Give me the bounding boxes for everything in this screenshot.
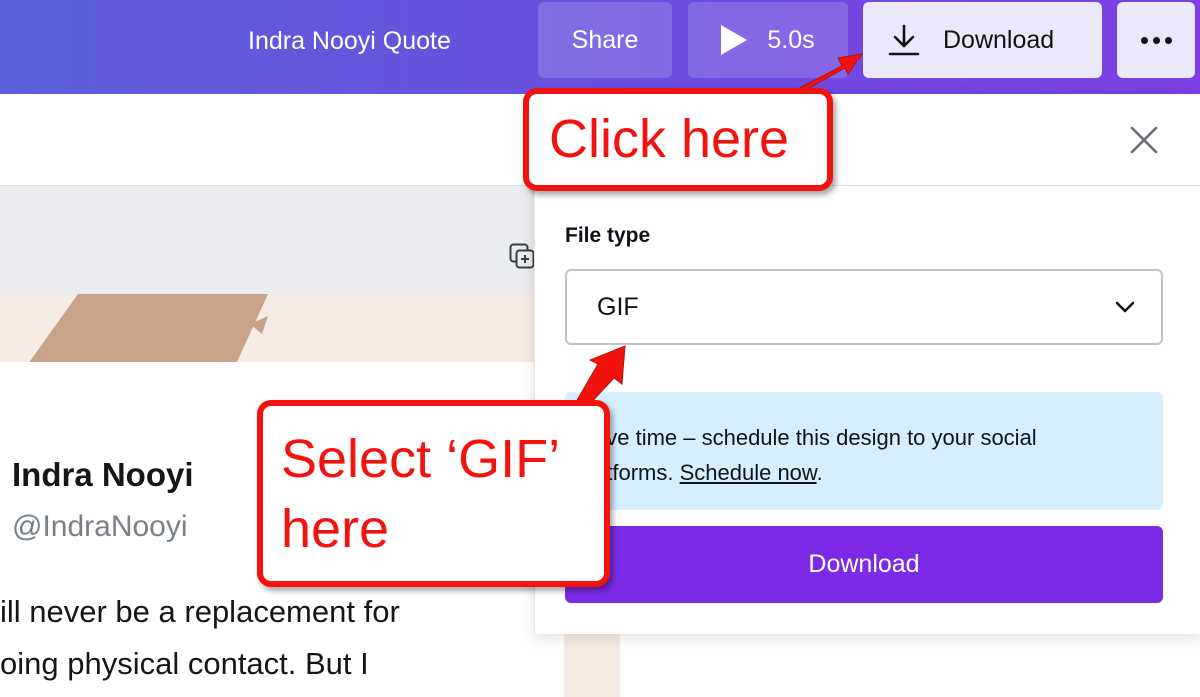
file-type-select[interactable]: GIF [565, 269, 1163, 345]
annotation-select-gif-line2: here [281, 499, 390, 559]
download-top-button[interactable]: Download [863, 2, 1102, 78]
schedule-notice-text: ave time – schedule this design to your … [594, 420, 1134, 490]
duration-label: 5.0s [767, 26, 815, 54]
top-bar: Indra Nooyi Quote Share 5.0s Download [0, 0, 1200, 94]
file-type-label: File type [565, 224, 651, 247]
more-button[interactable] [1117, 2, 1195, 78]
author-handle: @IndraNooyi [12, 510, 188, 543]
schedule-now-link[interactable]: Schedule now [680, 460, 817, 485]
share-button[interactable]: Share [538, 2, 672, 78]
annotation-click-here-text: Click here [549, 109, 790, 169]
play-icon [721, 25, 748, 55]
download-button-label: Download [808, 550, 920, 578]
brush-stroke-graphic [28, 294, 268, 364]
annotation-click-here: Click here [523, 88, 833, 191]
chevron-down-icon [1115, 301, 1135, 313]
quote-text-line: ill never be a replacement for [0, 594, 400, 629]
annotation-select-gif-line1: Select ‘GIF’ [281, 429, 561, 489]
design-title-text: Indra Nooyi Quote [248, 27, 451, 55]
download-icon [888, 24, 920, 56]
more-icon [1140, 36, 1148, 44]
share-label: Share [571, 26, 639, 54]
copy-icon[interactable] [509, 243, 535, 271]
close-icon[interactable] [1126, 122, 1162, 158]
editor-toolbar [0, 94, 534, 186]
download-button[interactable]: Download [565, 526, 1163, 603]
annotation-select-gif: Select ‘GIF’ here [257, 400, 610, 587]
quote-text-line: oing physical contact. But I [0, 646, 369, 681]
schedule-suffix: . [816, 460, 823, 485]
design-title[interactable]: Indra Nooyi Quote [248, 24, 451, 58]
author-name: Indra Nooyi [12, 456, 194, 493]
play-button[interactable]: 5.0s [688, 2, 848, 78]
download-top-label: Download [943, 25, 1055, 54]
file-type-value: GIF [597, 293, 639, 321]
